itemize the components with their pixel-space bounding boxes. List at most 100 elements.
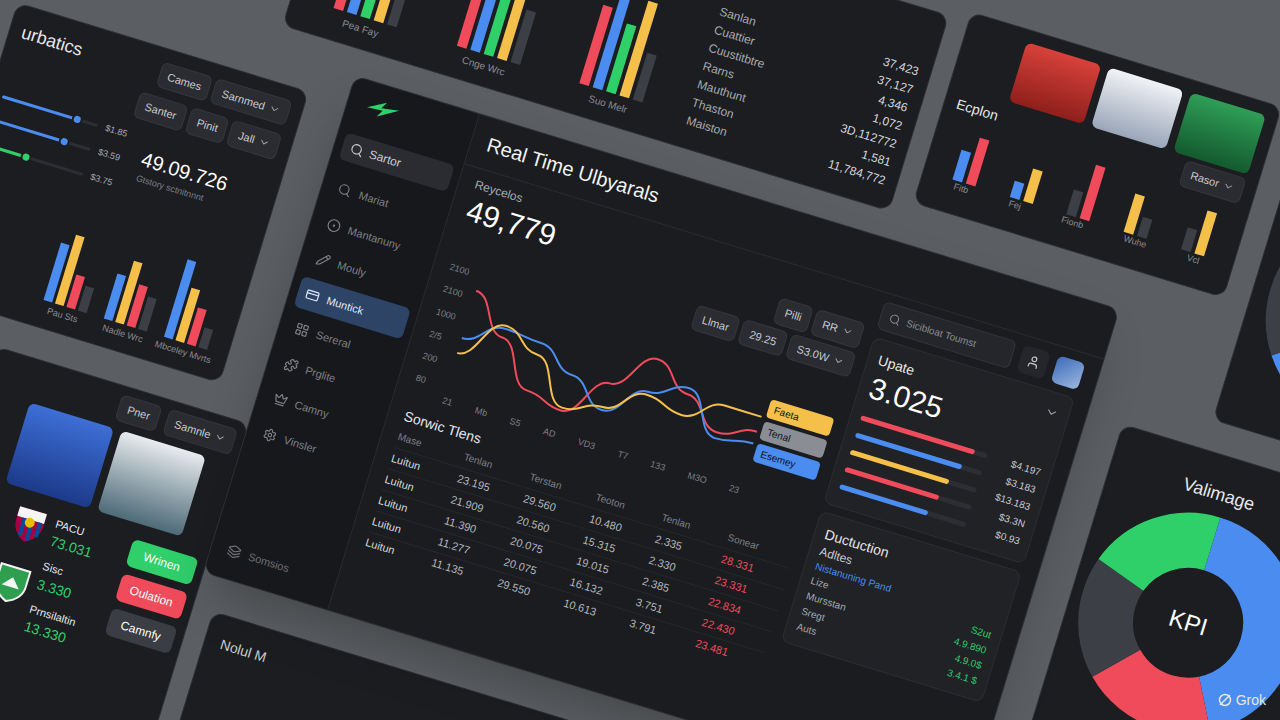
chart-line [450,291,773,467]
player-photo[interactable] [97,430,206,536]
sidebar-footer[interactable]: Somsios [215,532,333,596]
user-button[interactable] [1016,344,1051,379]
panel-button[interactable]: Pner [115,394,162,431]
filter-button[interactable]: Llmar [690,304,741,343]
panel-button[interactable]: Cames [155,61,213,102]
filter-button[interactable]: Pinit [185,107,230,144]
y-tick: 2100 [441,283,472,304]
table-row[interactable]: Luitun11.27720.07516.1323.75122.430 [369,510,771,652]
pill-label: Pilli [783,305,804,326]
slider-reading: $3.75 [89,170,124,192]
layers-icon [226,543,243,560]
menu-icon [283,356,300,373]
slider-group: $1.85$3.59$3.75 [0,90,138,193]
donut-segment [1085,520,1280,720]
stat-row: Reycelos49,779PilliRR [462,169,876,349]
logo-icon[interactable] [360,93,405,128]
bar-group [1067,160,1106,221]
watermark: Grok [1218,690,1266,710]
meter-fill [850,450,950,485]
chevron-down-icon [840,324,855,339]
table-cell: 10.613 [561,594,632,630]
avatar[interactable] [1051,355,1086,390]
sidebar-item-label: Mantanuny [346,222,403,254]
bar-group [579,0,674,103]
user-icon [1025,353,1042,370]
chart-line [453,317,764,455]
donut-chart [1051,485,1280,720]
filter-button[interactable]: Santer [133,91,189,131]
slider-thumb[interactable] [70,112,84,126]
chart-button[interactable]: Pilli [773,297,814,333]
pill-label: 29.25 [748,326,779,350]
sidebar-item[interactable]: Vinsler [251,415,369,479]
x-tick: M3O [686,469,709,488]
menu-icon [261,426,278,443]
screen: Pea FayCnge WrcSuo MelrSanlan37,423Cuatt… [0,0,1280,720]
bar [1137,217,1152,239]
meter-fill [855,432,962,469]
donut-segment [1085,520,1280,720]
bar-chart: Pau StsNadle WrcMbceley Mvrts [0,190,241,367]
bar-group [952,125,991,186]
pill-label: Pinit [195,115,220,137]
player-photo[interactable] [6,402,115,508]
bar [198,327,213,350]
x-tick: 133 [648,458,666,475]
pill-label: Cames [165,69,203,95]
donut-segment [1266,211,1280,430]
sidebar-item[interactable]: Camny [262,380,380,444]
bar-group [1181,195,1220,256]
bar [1023,168,1042,203]
sidebar-item-label: Prglite [303,362,338,387]
player-photo[interactable] [1091,67,1184,149]
sidebar-item-label: Muntick [325,292,366,319]
search-placeholder: Sicibloat Toumst [904,316,978,352]
player-photo[interactable] [1009,42,1102,124]
pill-label: S3.0W [795,340,831,365]
menu-icon [304,286,321,303]
sidebar-item-label: Camny [293,396,331,422]
sidebar-item[interactable]: Muntick [294,275,412,339]
section-row: Auts3.4.1 $ [795,618,979,688]
section-link[interactable]: Nistanuning Pand [813,558,997,627]
value-list: Sanlan37,423Cuattier37,127Cuustitbtre4,3… [682,0,933,195]
chart-line [451,314,766,464]
chevron-down-icon [1221,179,1236,194]
bar-group [164,255,232,349]
meter-track [844,467,972,510]
slider-thumb[interactable] [19,150,33,164]
panel-title: Ecplon [954,94,1001,126]
menu-icon [272,391,289,408]
x-tick: 21 [440,394,454,410]
sidebar-item[interactable]: Mantanuny [315,205,433,269]
search-label: Sartor [367,146,403,171]
donut-segment [1266,211,1280,430]
search-icon [888,312,903,327]
slider-track [0,144,83,176]
team-score: Prnsilaltin13.330 [22,600,100,655]
sidebar-search[interactable]: Sartor [339,132,455,192]
slider[interactable]: $1.85 [0,90,138,144]
x-tick: AD [541,425,557,442]
panel-title: Nolul M [218,636,268,665]
slider-thumb[interactable] [57,135,71,149]
filter-button[interactable]: Jall [226,120,282,160]
chevron-down-icon[interactable] [1043,404,1060,421]
table-cell: 3.791 [627,615,698,651]
sidebar-item[interactable]: Prglite [272,345,390,409]
y-tick: 80 [414,372,445,393]
pill-label: Llmar [700,311,731,335]
chevron-down-icon [257,135,272,150]
pill-label: RR [820,316,840,336]
bar-group [1010,143,1049,204]
bar [1010,180,1024,199]
slider[interactable]: $3.59 [0,114,131,168]
menu-icon [325,217,342,234]
slider-fill [0,119,64,143]
sidebar-item-label: Vinsler [282,431,319,457]
table-row[interactable]: Luitun11.13529.55010.6133.79123.481 [363,531,765,673]
y-tick: 200 [421,350,452,371]
pill-label: Pner [125,402,152,425]
line-chart-plot [444,270,778,485]
